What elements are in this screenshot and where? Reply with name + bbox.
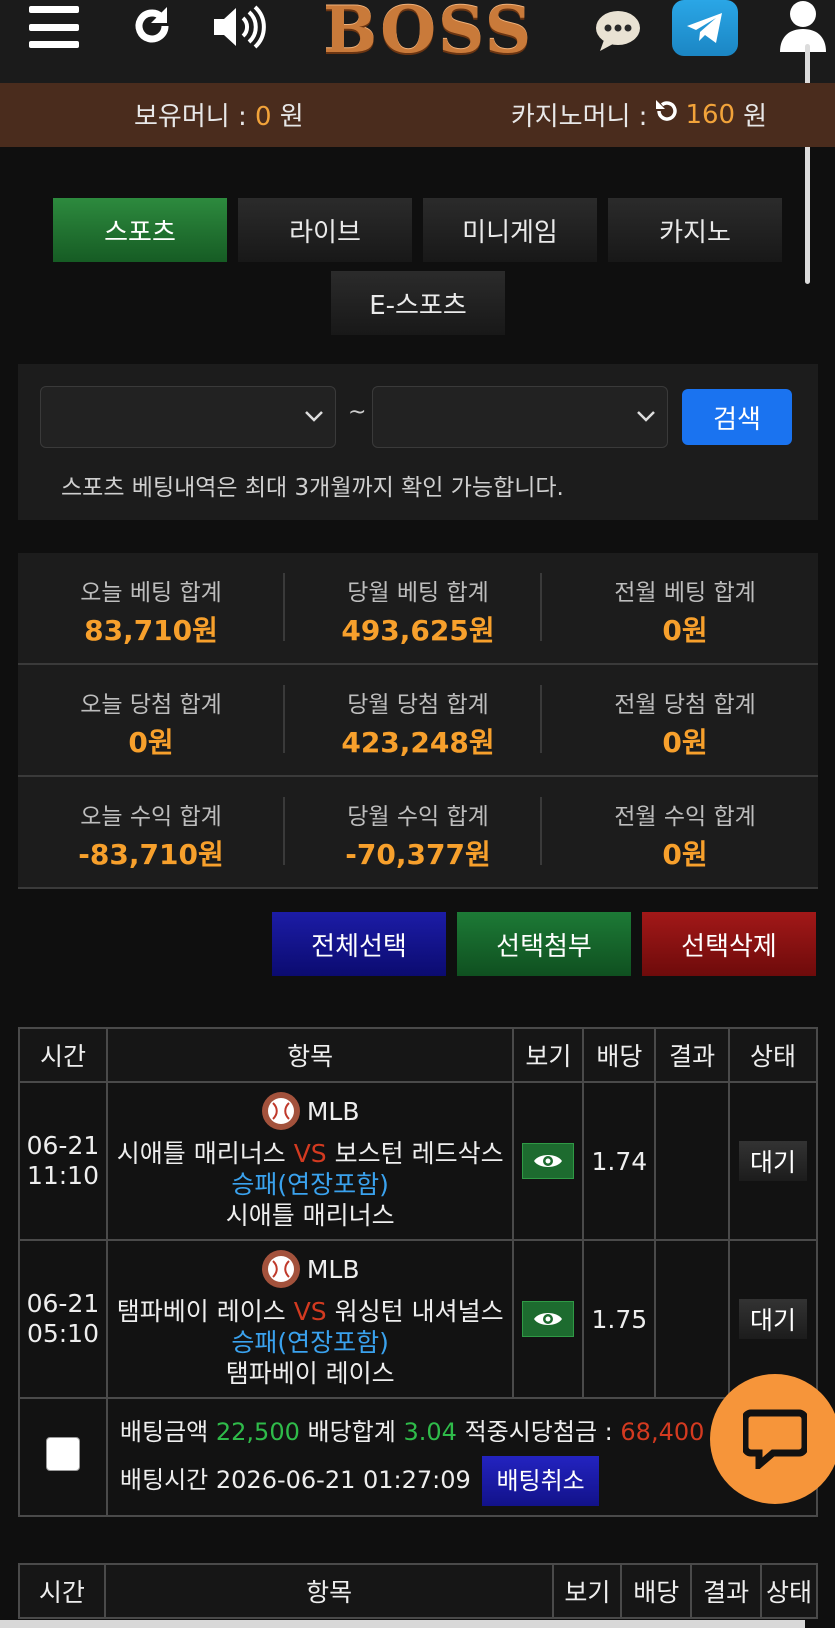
bet-item: MLB 시애틀 매리너스 VS 보스턴 레드삭스 승패(연장포함) 시애틀 매리… xyxy=(105,1081,515,1241)
status-badge: 대기 xyxy=(739,1141,808,1181)
search-note: 스포츠 베팅내역은 최대 3개월까지 확인 가능합니다. xyxy=(61,475,564,501)
bet-item: MLB 탬파베이 레이스 VS 워싱턴 내셔널스 승패(연장포함) 탬파베이 레… xyxy=(105,1239,515,1399)
col-odds: 배당 xyxy=(620,1563,693,1619)
divider xyxy=(540,797,542,865)
bet-amount: 22,500 xyxy=(215,1418,300,1446)
reload-icon[interactable] xyxy=(653,98,679,131)
top-bar: BOSS xyxy=(0,0,835,284)
pick: 시애틀 매리너스 xyxy=(225,1201,395,1230)
col-odds: 배당 xyxy=(582,1027,657,1083)
col-time: 시간 xyxy=(18,1563,106,1619)
casino-money: 카지노머니 : 160 원 xyxy=(510,98,767,133)
tab-live[interactable]: 라이브 xyxy=(238,198,412,262)
bet-result xyxy=(654,1239,731,1399)
matchup: 탬파베이 레이스 VS 워싱턴 내셔널스 xyxy=(116,1297,504,1326)
holding-value: 0 xyxy=(254,102,272,132)
col-item: 항목 xyxy=(105,1027,515,1083)
baseball-icon xyxy=(261,1091,301,1131)
stats-row-win: 오늘 당첨 합계 0원 당월 당첨 합계 423,248원 전월 당첨 합계 0원 xyxy=(18,665,818,777)
eye-icon[interactable] xyxy=(522,1143,575,1179)
bet-summary-row: 배팅금액 22,500 배당합계 3.04 적중시당첨금 : 68,400 배팅… xyxy=(18,1397,819,1517)
telegram-icon[interactable] xyxy=(672,0,738,56)
market: 승패(연장포함) xyxy=(231,1170,389,1199)
col-status: 상태 xyxy=(760,1563,818,1619)
table-row: 06-21 05:10 MLB 탬파베이 레이스 VS 워싱턴 내셔널스 승패(연… xyxy=(18,1239,818,1399)
chat-icon xyxy=(743,1409,807,1469)
stat-lastmonth-profit: 전월 수익 합계 0원 xyxy=(614,804,756,871)
select-all-button[interactable]: 전체선택 xyxy=(272,912,446,976)
league: MLB xyxy=(261,1091,360,1131)
delete-selected-button[interactable]: 선택삭제 xyxy=(642,912,816,976)
betting-stats: 오늘 베팅 합계 83,710원 당월 베팅 합계 493,625원 전월 베팅 합… xyxy=(18,553,818,889)
tab-esports[interactable]: E-스포츠 xyxy=(331,271,505,335)
bet-result xyxy=(654,1081,731,1241)
bet-history-table-2: 시간 항목 보기 배당 결과 상태 xyxy=(18,1563,818,1619)
bet-time: 06-21 11:10 xyxy=(18,1081,108,1241)
stat-lastmonth-win: 전월 당첨 합계 0원 xyxy=(614,692,756,759)
tab-minigame[interactable]: 미니게임 xyxy=(423,198,597,262)
table-row: 06-21 11:10 MLB 시애틀 매리너스 VS 보스턴 레드삭스 승패(연… xyxy=(18,1081,818,1241)
start-date-select[interactable] xyxy=(40,386,336,448)
attach-selected-button[interactable]: 선택첨부 xyxy=(457,912,631,976)
league: MLB xyxy=(261,1249,360,1289)
col-result: 결과 xyxy=(690,1563,763,1619)
table-header: 시간 항목 보기 배당 결과 상태 xyxy=(18,1563,818,1619)
bet-odds: 1.75 xyxy=(582,1239,657,1399)
col-status: 상태 xyxy=(728,1027,818,1083)
bet-select-checkbox[interactable] xyxy=(45,1437,80,1471)
baseball-icon xyxy=(261,1249,301,1289)
stat-month-win: 당월 당첨 합계 423,248원 xyxy=(341,692,495,759)
bet-summary: 배팅금액 22,500 배당합계 3.04 적중시당첨금 : 68,400 배팅… xyxy=(105,1397,819,1517)
divider xyxy=(540,685,542,753)
bet-time: 06-21 05:10 xyxy=(18,1239,108,1399)
eye-icon[interactable] xyxy=(522,1301,575,1337)
stat-month-profit: 당월 수익 합계 -70,377원 xyxy=(345,804,491,871)
stat-today-bet: 오늘 베팅 합계 83,710원 xyxy=(80,580,222,647)
status-badge: 대기 xyxy=(739,1299,808,1339)
user-icon[interactable] xyxy=(778,0,828,52)
pick: 탬파베이 레이스 xyxy=(225,1359,395,1388)
divider xyxy=(540,573,542,641)
stat-month-bet: 당월 베팅 합계 493,625원 xyxy=(341,580,495,647)
menu-icon[interactable] xyxy=(28,4,80,50)
date-separator: ~ xyxy=(348,400,367,425)
casino-value: 160 xyxy=(685,99,736,130)
chevron-down-icon xyxy=(303,405,325,431)
stat-today-profit: 오늘 수익 합계 -83,710원 xyxy=(78,804,224,871)
matchup: 시애틀 매리너스 VS 보스턴 레드삭스 xyxy=(116,1139,504,1168)
tab-sports[interactable]: 스포츠 xyxy=(53,198,227,262)
cancel-bet-button[interactable]: 배팅취소 xyxy=(482,1456,599,1506)
col-item: 항목 xyxy=(103,1563,555,1619)
holding-money: 보유머니 : 0 원 xyxy=(134,102,304,132)
stats-row-profit: 오늘 수익 합계 -83,710원 당월 수익 합계 -70,377원 전월 수익 … xyxy=(18,777,818,889)
market: 승패(연장포함) xyxy=(231,1328,389,1357)
search-panel: ~ 검색 스포츠 베팅내역은 최대 3개월까지 확인 가능합니다. xyxy=(18,364,818,520)
bet-odds: 1.74 xyxy=(582,1081,657,1241)
tab-casino[interactable]: 카지노 xyxy=(608,198,782,262)
live-chat-button[interactable] xyxy=(710,1374,835,1504)
scrollbar[interactable] xyxy=(805,44,810,284)
col-view: 보기 xyxy=(512,1027,585,1083)
total-odds: 3.04 xyxy=(403,1418,457,1446)
col-time: 시간 xyxy=(18,1027,108,1083)
money-bar: 보유머니 : 0 원 카지노머니 : 160 원 xyxy=(0,83,835,147)
search-button[interactable]: 검색 xyxy=(682,389,792,445)
stat-lastmonth-bet: 전월 베팅 합계 0원 xyxy=(614,580,756,647)
bet-history-table: 시간 항목 보기 배당 결과 상태 06-21 11:10 MLB 시애틀 매리너… xyxy=(18,1027,819,1517)
table-header: 시간 항목 보기 배당 결과 상태 xyxy=(18,1027,818,1083)
logo[interactable]: BOSS xyxy=(300,0,556,68)
chat-icon[interactable] xyxy=(594,10,642,52)
chevron-down-icon xyxy=(635,405,657,431)
col-result: 결과 xyxy=(654,1027,731,1083)
expected-payout: 68,400 xyxy=(620,1418,705,1446)
speaker-icon[interactable] xyxy=(212,4,266,50)
end-date-select[interactable] xyxy=(372,386,668,448)
bet-time-stamp: 2026-06-21 01:27:09 xyxy=(215,1466,471,1494)
stat-today-win: 오늘 당첨 합계 0원 xyxy=(80,692,222,759)
refresh-icon[interactable] xyxy=(128,0,176,52)
stats-row-bet: 오늘 베팅 합계 83,710원 당월 베팅 합계 493,625원 전월 베팅 합… xyxy=(18,553,818,665)
col-view: 보기 xyxy=(552,1563,623,1619)
horizontal-scrollbar[interactable] xyxy=(0,1620,805,1628)
